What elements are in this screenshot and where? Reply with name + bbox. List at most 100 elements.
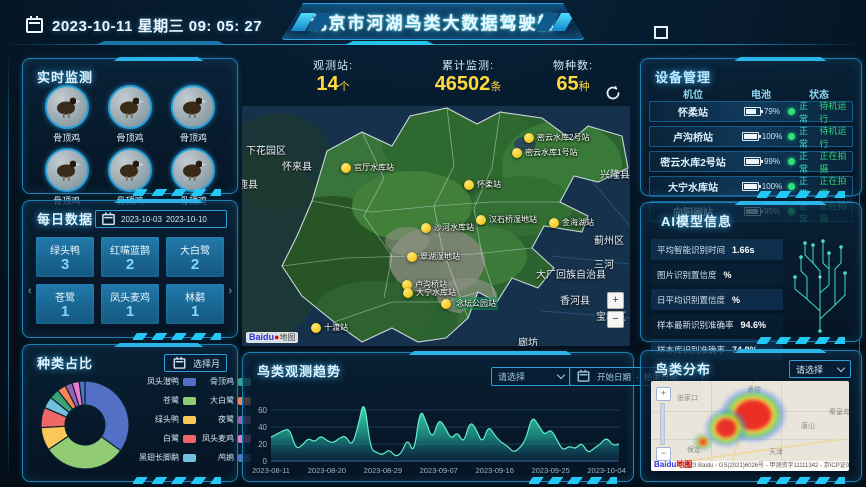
map-place-label: 涿鹿县 xyxy=(242,176,258,191)
legend-item[interactable]: 凤头潜鸭 xyxy=(139,377,196,386)
bird-item[interactable]: 骨顶鸡 xyxy=(35,85,98,144)
ai-metric-value: 1.66s xyxy=(732,245,755,255)
station-name: 密云水库1号站 xyxy=(525,147,577,158)
daily-card[interactable]: 凤头麦鸡1 xyxy=(101,284,159,324)
svg-text:0: 0 xyxy=(263,457,268,466)
svg-text:60: 60 xyxy=(258,406,267,415)
map-place-label: 大厂回族自治县 xyxy=(536,266,606,281)
bird-avatar xyxy=(45,85,89,129)
legend-item[interactable]: 白鹭 xyxy=(139,434,196,443)
map-zoom-in-button[interactable]: + xyxy=(607,292,624,309)
daily-card-count: 2 xyxy=(126,257,134,272)
map-zoom-control[interactable]: + − xyxy=(607,292,622,330)
distribution-heatmap[interactable]: 张家口承德唐山秦皇岛天津保定 + − Baidu地图 © 2023 Baidu … xyxy=(651,381,849,471)
panel-ai-title: AI模型信息 xyxy=(661,211,732,230)
fullscreen-icon[interactable] xyxy=(654,26,668,39)
legend-item[interactable]: 黑翅长脚鹬 xyxy=(139,453,196,462)
map-station-marker[interactable]: 翠湖湿地站 xyxy=(407,251,460,262)
panel-devices-title: 设备管理 xyxy=(655,67,711,86)
station-dot-icon xyxy=(403,288,413,298)
map-station-marker[interactable]: 怀柔站 xyxy=(464,179,501,190)
bird-item[interactable]: 骨顶鸡 xyxy=(35,148,98,207)
panel-trend: 鸟类观测趋势 请选择 开始日期 - 结束日期 02040602023-08-11… xyxy=(242,352,634,482)
legend-label: 绿头鸭 xyxy=(155,414,179,425)
map-place-label: 廊坊 xyxy=(518,334,538,346)
daily-card[interactable]: 林鹬1 xyxy=(166,284,224,324)
svg-text:2023-09-07: 2023-09-07 xyxy=(420,466,458,475)
calendar-icon xyxy=(26,18,43,33)
daily-card[interactable]: 苍鹭1 xyxy=(36,284,94,324)
bird-item[interactable]: 骨顶鸡 xyxy=(98,148,161,207)
stat-item: 观测站:14个 xyxy=(288,57,378,98)
species-month-select[interactable]: 选择月 xyxy=(164,354,227,372)
map-station-marker[interactable]: 官厅水库站 xyxy=(341,162,394,173)
heatmap-city-label: 天津 xyxy=(769,447,783,457)
device-name: 怀柔站 xyxy=(650,104,736,119)
device-row[interactable]: 密云水库2号站99%正常正在拍摄 xyxy=(649,151,853,172)
calendar-icon xyxy=(174,358,186,369)
daily-card-count: 1 xyxy=(126,304,134,319)
legend-item[interactable]: 苍鹭 xyxy=(139,396,196,405)
station-name: 翠湖湿地站 xyxy=(420,251,460,262)
heatmap-zoom-in[interactable]: + xyxy=(656,387,671,401)
device-row[interactable]: 卢沟桥站100%正常待机运行 xyxy=(649,126,853,147)
baidu-logo: Baidu地图 xyxy=(654,459,692,470)
map-zoom-out-button[interactable]: − xyxy=(607,311,624,328)
ai-metric-value: % xyxy=(724,270,732,280)
bird-item[interactable]: 骨顶鸡 xyxy=(162,148,225,207)
map-place-label: 兴隆县 xyxy=(600,166,630,181)
stat-unit: 个 xyxy=(339,81,350,93)
bird-avatar xyxy=(108,85,152,129)
map-station-marker[interactable]: 十渡站 xyxy=(311,322,348,333)
daily-date-range[interactable]: 2023-10-03 2023-10-10 xyxy=(95,210,227,228)
legend-item[interactable]: 绿头鸭 xyxy=(139,415,196,424)
bird-name: 骨顶鸡 xyxy=(116,131,143,144)
carousel-next-icon[interactable]: › xyxy=(228,285,232,297)
daily-card[interactable]: 大白鹭2 xyxy=(166,237,224,277)
daily-cards: 绿头鸭3红嘴蓝鹊2大白鹭2 苍鹭1凤头麦鸡1林鹬1 xyxy=(36,237,224,324)
daily-card[interactable]: 红嘴蓝鹊2 xyxy=(101,237,159,277)
device-row[interactable]: 怀柔站79%正常待机运行 xyxy=(649,101,853,122)
heatmap-zoom-slider[interactable]: + − xyxy=(656,387,669,461)
station-name: 怀柔站 xyxy=(477,179,501,190)
ai-metric-label: 图片识别置信度 xyxy=(657,269,717,281)
legend-label: 白鹭 xyxy=(163,433,179,444)
legend-label: 凤头麦鸡 xyxy=(202,433,234,444)
daily-card-count: 1 xyxy=(61,304,69,319)
legend-label: 黑翅长脚鹬 xyxy=(139,452,179,463)
status-normal: 正常 xyxy=(799,174,815,200)
svg-text:2023-09-16: 2023-09-16 xyxy=(476,466,514,475)
map-station-marker[interactable]: 沙河水库站 xyxy=(421,222,474,233)
bird-item[interactable]: 骨顶鸡 xyxy=(162,85,225,144)
panel-species: 种类占比 选择月 凤头潜鸭苍鹭绿头鸭白鹭黑翅长脚鹬骨顶鸡大白鹭夜鹭凤头麦鸡鸬鹚 xyxy=(22,344,238,482)
trend-species-select[interactable]: 请选择 xyxy=(491,367,571,386)
svg-text:2023-09-25: 2023-09-25 xyxy=(531,466,569,475)
bird-item[interactable]: 骨顶鸡 xyxy=(98,85,161,144)
heatmap-city-label: 唐山 xyxy=(801,421,815,431)
heatmap-zoom-track[interactable] xyxy=(660,403,665,445)
stat-item: 累计监测:46502条 xyxy=(408,57,528,98)
map-station-marker[interactable]: 念坛公园站 xyxy=(441,297,498,310)
daily-card[interactable]: 绿头鸭3 xyxy=(36,237,94,277)
ai-metric-row: 样本最新识别准确率94.6% xyxy=(651,314,783,335)
svg-text:20: 20 xyxy=(258,440,267,449)
legend-swatch xyxy=(183,435,196,443)
panel-ai: AI模型信息 平均智能识别时间1.66s图片识别置信度%日平均识别置信度%样本最… xyxy=(640,202,862,342)
ai-metric-value: 94.6% xyxy=(741,320,767,330)
map-station-marker[interactable]: 密云水库2号站 xyxy=(524,132,589,143)
legend-label: 夜鹭 xyxy=(218,414,234,425)
map-station-marker[interactable]: 金海湖站 xyxy=(549,217,594,228)
station-dot-icon xyxy=(441,299,451,309)
distribution-select[interactable]: 请选择 xyxy=(789,360,851,378)
device-row[interactable]: 大宁水库站100%正常正在拍摄 xyxy=(649,176,853,197)
station-name: 念坛公园站 xyxy=(454,297,498,310)
map-station-marker[interactable]: 密云水库1号站 xyxy=(512,147,577,158)
map-station-marker[interactable]: 汉石桥湿地站 xyxy=(476,214,537,225)
main-map[interactable]: 下花园区怀来县涿鹿县兴隆县蓟州区三河大厂回族自治县香河县宝坻区廊坊 官厅水库站密… xyxy=(242,106,630,346)
devices-header-cell: 机位 xyxy=(651,86,735,101)
carousel-prev-icon[interactable]: ‹ xyxy=(28,285,32,297)
panel-daily-title: 每日数据 xyxy=(37,209,93,228)
title-banner: 北京市河湖鸟类大数据驾驶舱 xyxy=(281,3,585,40)
battery-percent: 99% xyxy=(764,157,780,166)
ai-metric-row: 图片识别置信度% xyxy=(651,264,783,285)
